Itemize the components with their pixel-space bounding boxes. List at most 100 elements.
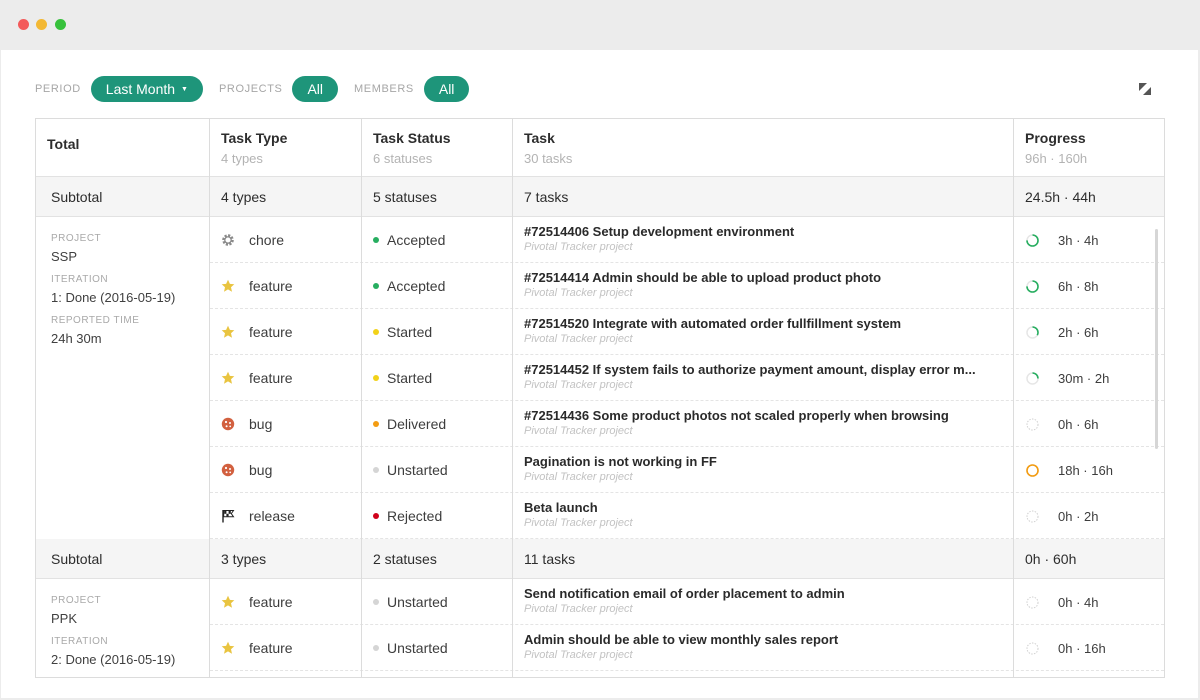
progress-value: 0h · 6h	[1058, 416, 1099, 432]
progress-cell: 0h · 2h	[1014, 493, 1154, 539]
iteration-label: ITERATION	[51, 274, 109, 285]
task-cell[interactable]: Pagination is not working in FF Pivotal T…	[513, 447, 1009, 493]
task-title[interactable]: Pagination is not working in FF	[524, 454, 1009, 469]
column-divider	[1013, 119, 1014, 677]
table-row[interactable]: feature Started #72514452 If system fails …	[210, 355, 1164, 401]
task-cell[interactable]: #72514414 Admin should be able to upload…	[513, 263, 1009, 309]
table-row[interactable]: feature Unstarted Admin should be able to …	[210, 625, 1164, 671]
task-cell[interactable]: #72514452 If system fails to authorize p…	[513, 355, 1009, 401]
progress-cell: 6h · 8h	[1014, 263, 1154, 309]
star-icon	[221, 371, 242, 385]
task-title[interactable]: #72514406 Setup development environment	[524, 224, 1009, 239]
vertical-scrollbar[interactable]	[1155, 229, 1158, 449]
filter-bar: PERIOD Last Month ▼ PROJECTS All MEMBERS…	[35, 76, 485, 102]
task-type-label: bug	[249, 462, 273, 478]
task-source: Pivotal Tracker project	[524, 649, 633, 661]
star-icon	[221, 595, 242, 609]
task-title[interactable]: Admin should be able to view monthly sal…	[524, 632, 1009, 647]
task-type-cell: feature	[210, 355, 361, 401]
period-filter-value: Last Month	[105, 81, 176, 97]
table-row[interactable]: feature Accepted #72514414 Admin should be…	[210, 263, 1164, 309]
header-task[interactable]: Task 30 tasks	[513, 119, 1013, 177]
task-type-cell: bug	[210, 401, 361, 447]
minimize-window-button[interactable]	[36, 19, 47, 30]
status-dot-icon	[373, 421, 379, 427]
task-type-label: feature	[249, 278, 293, 294]
task-status-label: Started	[387, 370, 433, 386]
table-row[interactable]: feature Unstarted Send notification email …	[210, 579, 1164, 625]
task-cell[interactable]: #72514520 Integrate with automated order…	[513, 309, 1009, 355]
header-progress-title: Progress	[1025, 130, 1086, 146]
table-row[interactable]: chore Accepted #72514406 Setup development…	[210, 217, 1164, 263]
progress-ring-icon	[1025, 641, 1049, 656]
collapse-icon[interactable]	[1138, 82, 1152, 96]
task-type-label: chore	[249, 232, 285, 248]
header-total-title: Total	[47, 136, 80, 152]
task-source: Pivotal Tracker project	[524, 425, 633, 437]
task-status-label: Unstarted	[387, 640, 448, 656]
bug-icon	[221, 417, 242, 431]
progress-value: 30m · 2h	[1058, 370, 1110, 386]
task-title[interactable]: #72514520 Integrate with automated order…	[524, 316, 1009, 331]
task-status-cell: Started	[362, 309, 512, 355]
task-title[interactable]: #72514414 Admin should be able to upload…	[524, 270, 1009, 285]
members-filter-label: MEMBERS	[354, 83, 414, 95]
subtotal-label: Subtotal	[51, 189, 103, 205]
task-title[interactable]: #72514452 If system fails to authorize p…	[524, 362, 1009, 377]
members-filter-button[interactable]: All	[423, 76, 470, 102]
task-status-cell: Accepted	[362, 263, 512, 309]
progress-ring-icon	[1025, 233, 1049, 248]
project-value: SSP	[51, 249, 78, 264]
task-title[interactable]: #72514436 Some product photos not scaled…	[524, 408, 1009, 423]
table-row[interactable]: release Rejected Beta launch Pivotal Tracke…	[210, 493, 1164, 539]
task-status-label: Accepted	[387, 232, 446, 248]
progress-cell: 3h · 4h	[1014, 217, 1154, 263]
task-cell[interactable]: Beta launch Pivotal Tracker project	[513, 493, 1009, 539]
header-task-status[interactable]: Task Status 6 statuses	[362, 119, 512, 177]
maximize-window-button[interactable]	[55, 19, 66, 30]
period-filter-dropdown[interactable]: Last Month ▼	[90, 76, 203, 102]
task-title[interactable]: Beta launch	[524, 500, 1009, 515]
status-dot-icon	[373, 645, 379, 651]
bug-icon	[221, 463, 242, 477]
header-total[interactable]: Total	[36, 119, 209, 177]
header-task-count: 30 tasks	[524, 151, 573, 166]
table-row[interactable]: feature Started #72514520 Integrate with a…	[210, 309, 1164, 355]
header-task-type[interactable]: Task Type 4 types	[210, 119, 361, 177]
status-dot-icon	[373, 375, 379, 381]
progress-cell: 0h · 6h	[1014, 401, 1154, 447]
subtotal-types: 4 types	[221, 189, 267, 205]
progress-ring-icon	[1025, 325, 1049, 340]
close-window-button[interactable]	[18, 19, 29, 30]
group-info: PROJECT SSP ITERATION 1: Done (2016-05-19) R…	[36, 217, 209, 346]
task-cell[interactable]: Send notification email of order placeme…	[513, 579, 1009, 625]
task-status-label: Unstarted	[387, 594, 448, 610]
task-cell[interactable]: #72514436 Some product photos not scaled…	[513, 401, 1009, 447]
progress-ring-icon	[1025, 595, 1049, 610]
projects-filter-button[interactable]: All	[292, 76, 339, 102]
header-task-type-title: Task Type	[221, 130, 288, 146]
progress-ring-icon	[1025, 371, 1049, 386]
header-progress[interactable]: Progress 96h · 160h	[1014, 119, 1164, 177]
reported-time-value: 24h 30m	[51, 331, 102, 346]
status-dot-icon	[373, 283, 379, 289]
task-status-label: Accepted	[387, 278, 446, 294]
task-source: Pivotal Tracker project	[524, 287, 633, 299]
task-type-label: feature	[249, 324, 293, 340]
header-task-type-count: 4 types	[221, 151, 263, 166]
task-status-label: Unstarted	[387, 462, 448, 478]
task-status-cell: Unstarted	[362, 579, 512, 625]
table-row[interactable]: bug Unstarted Pagination is not working in…	[210, 447, 1164, 493]
table-row[interactable]: bug Delivered #72514436 Some product photo…	[210, 401, 1164, 447]
task-cell[interactable]: Admin should be able to view monthly sal…	[513, 625, 1009, 671]
task-status-cell: Rejected	[362, 493, 512, 539]
progress-cell: 30m · 2h	[1014, 355, 1154, 401]
task-status-cell: Unstarted	[362, 447, 512, 493]
app-window: PERIOD Last Month ▼ PROJECTS All MEMBERS…	[1, 50, 1198, 698]
task-title[interactable]: Send notification email of order placeme…	[524, 586, 1009, 601]
star-icon	[221, 325, 242, 339]
task-type-cell: release	[210, 493, 361, 539]
task-source: Pivotal Tracker project	[524, 471, 633, 483]
subtotal-progress: 0h · 60h	[1025, 551, 1077, 567]
task-cell[interactable]: #72514406 Setup development environment P…	[513, 217, 1009, 263]
